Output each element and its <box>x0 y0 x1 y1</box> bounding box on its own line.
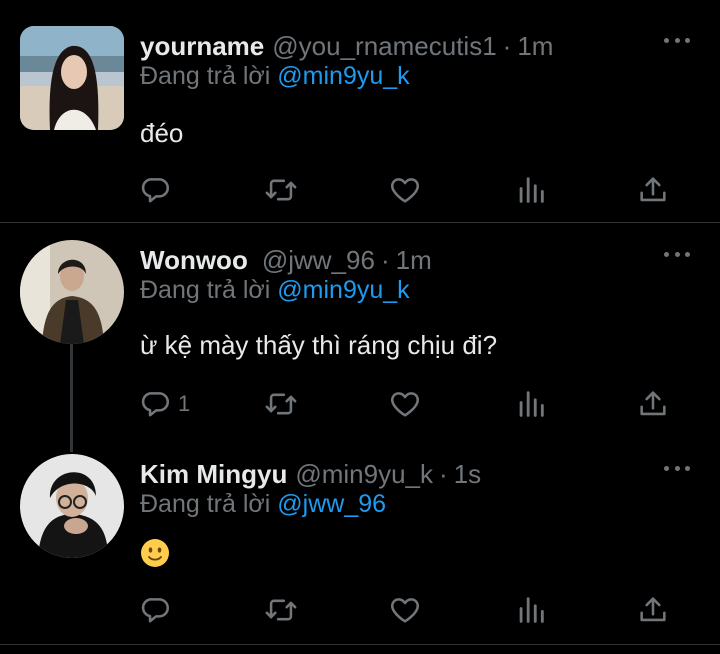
tweet-text <box>140 538 170 575</box>
avatar[interactable] <box>20 454 124 558</box>
tweet[interactable]: Kim Mingyu @min9yu_k · 1s Đang trả lời @… <box>0 454 720 644</box>
views-icon <box>514 173 548 207</box>
like-button[interactable] <box>388 590 422 630</box>
display-name[interactable]: yourname <box>140 31 264 62</box>
timestamp[interactable]: 1m <box>517 31 553 62</box>
tweet-header: yourname @you_rnamecutis1 · 1m <box>140 26 553 66</box>
action-bar <box>0 170 720 210</box>
timestamp[interactable]: 1s <box>454 459 481 490</box>
timestamp[interactable]: 1m <box>396 245 432 276</box>
like-button[interactable] <box>388 170 422 210</box>
views-icon <box>514 387 548 421</box>
replying-to: Đang trả lời @min9yu_k <box>140 276 410 305</box>
avatar[interactable] <box>20 240 124 344</box>
tweet[interactable]: yourname @you_rnamecutis1 · 1m Đang trả … <box>0 26 720 222</box>
divider <box>0 644 720 645</box>
reply-icon <box>138 387 172 421</box>
heart-icon <box>388 387 422 421</box>
tweet-header: Wonwoo @jww_96 · 1m <box>140 240 432 280</box>
retweet-button[interactable] <box>264 590 298 630</box>
replying-to-label: Đang trả lời <box>140 490 278 518</box>
share-icon <box>636 387 670 421</box>
more-icon[interactable] <box>664 30 690 50</box>
reply-button[interactable] <box>138 170 172 210</box>
slightly-smiling-face-emoji <box>141 539 169 567</box>
tweet-text: đéo <box>140 118 184 148</box>
reply-button[interactable]: 1 <box>138 384 190 424</box>
tweet-text: ừ kệ mày thấy thì ráng chịu đi? <box>140 330 498 360</box>
mention-link[interactable]: @min9yu_k <box>277 276 409 304</box>
share-button[interactable] <box>636 170 670 210</box>
action-bar <box>0 590 720 630</box>
display-name[interactable]: Wonwoo <box>140 245 248 276</box>
share-button[interactable] <box>636 590 670 630</box>
share-button[interactable] <box>636 384 670 424</box>
reply-icon <box>138 593 172 627</box>
more-icon[interactable] <box>664 244 690 264</box>
separator: · <box>502 30 512 61</box>
divider <box>0 222 720 223</box>
reply-count: 1 <box>178 391 191 416</box>
replying-to-label: Đang trả lời <box>140 62 278 90</box>
avatar[interactable] <box>20 26 124 130</box>
tweet-header: Kim Mingyu @min9yu_k · 1s <box>140 454 481 494</box>
like-button[interactable] <box>388 384 422 424</box>
views-button[interactable] <box>514 384 548 424</box>
views-icon <box>514 593 548 627</box>
tweet[interactable]: Wonwoo @jww_96 · 1m Đang trả lời @min9yu… <box>0 240 720 440</box>
heart-icon <box>388 173 422 207</box>
reply-icon <box>138 173 172 207</box>
user-handle[interactable]: @min9yu_k <box>295 459 433 490</box>
views-button[interactable] <box>514 170 548 210</box>
retweet-button[interactable] <box>264 170 298 210</box>
reply-button[interactable] <box>138 590 172 630</box>
mention-link[interactable]: @min9yu_k <box>277 62 409 90</box>
retweet-button[interactable] <box>264 384 298 424</box>
retweet-icon <box>264 593 298 627</box>
action-bar: 1 <box>0 384 720 424</box>
separator: · <box>439 458 448 489</box>
share-icon <box>636 173 670 207</box>
display-name[interactable]: Kim Mingyu <box>140 459 287 490</box>
retweet-icon <box>264 387 298 421</box>
replying-to: Đang trả lời @min9yu_k <box>140 62 410 91</box>
more-icon[interactable] <box>664 458 690 478</box>
mention-link[interactable]: @jww_96 <box>277 490 386 518</box>
separator: · <box>380 244 390 275</box>
user-handle[interactable]: @you_rnamecutis1 <box>272 31 496 62</box>
heart-icon <box>388 593 422 627</box>
replying-to-label: Đang trả lời <box>140 276 278 304</box>
replying-to: Đang trả lời @jww_96 <box>140 490 386 519</box>
user-handle[interactable]: @jww_96 <box>262 245 375 276</box>
share-icon <box>636 593 670 627</box>
retweet-icon <box>264 173 298 207</box>
views-button[interactable] <box>514 590 548 630</box>
